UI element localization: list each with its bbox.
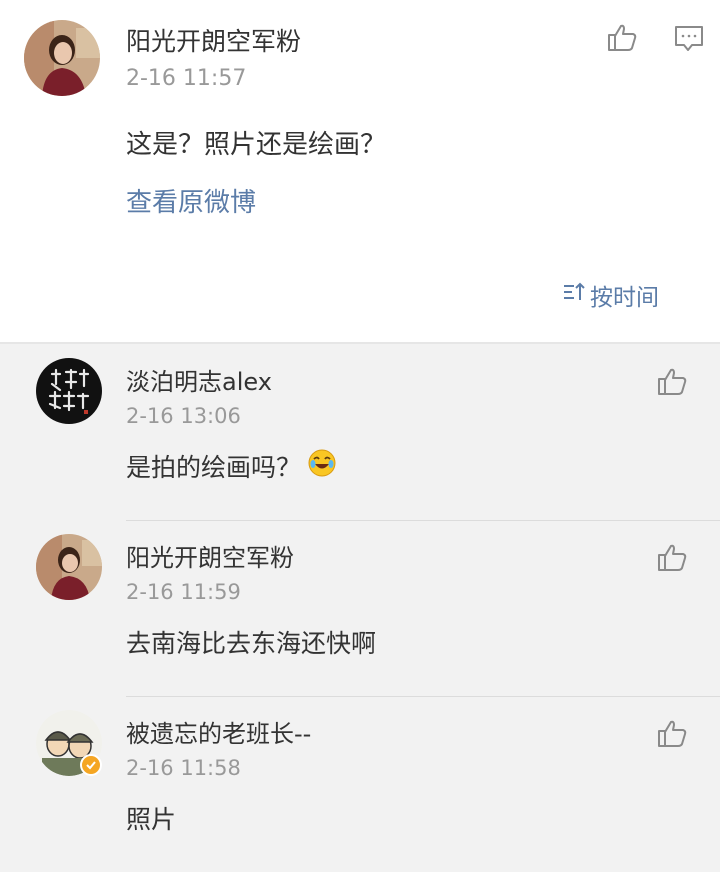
- sort-icon: [562, 281, 586, 309]
- reply-text: 去南海比去东海还快啊: [126, 629, 377, 658]
- timestamp: 2-16 11:59: [126, 580, 241, 604]
- like-icon[interactable]: [656, 718, 688, 754]
- username[interactable]: 淡泊明志alex: [126, 362, 272, 397]
- avatar[interactable]: [36, 358, 102, 424]
- reply-item: 淡泊明志alex 2-16 13:06 是拍的绘画吗？: [0, 344, 720, 520]
- reply-item: 阳光开朗空军粉 2-16 11:59 去南海比去东海还快啊: [0, 520, 720, 696]
- timestamp: 2-16 11:57: [126, 66, 247, 91]
- reply-text-content: 是拍的绘画吗？: [126, 453, 302, 482]
- sort-label: 按时间: [590, 285, 659, 311]
- avatar[interactable]: [24, 20, 100, 96]
- avatar[interactable]: [36, 534, 102, 600]
- main-comment: 阳光开朗空军粉 2-16 11:57 这是？照片还是绘画？ 查看原微博 按时间: [0, 0, 720, 342]
- timestamp: 2-16 11:58: [126, 756, 241, 780]
- like-icon[interactable]: [606, 22, 638, 58]
- laugh-cry-emoji-icon: [307, 448, 337, 484]
- verified-badge-icon: [80, 754, 102, 776]
- avatar[interactable]: [36, 710, 102, 776]
- comment-icon[interactable]: [673, 24, 705, 58]
- like-icon[interactable]: [656, 542, 688, 578]
- sort-by-time-button[interactable]: 按时间: [562, 278, 659, 312]
- reply-text: 照片: [126, 805, 177, 834]
- username[interactable]: 阳光开朗空军粉: [126, 538, 294, 573]
- reply-text: 是拍的绘画吗？: [126, 448, 337, 484]
- username[interactable]: 阳光开朗空军粉: [126, 22, 301, 58]
- view-original-link[interactable]: 查看原微博: [126, 182, 256, 219]
- username[interactable]: 被遗忘的老班长--: [126, 714, 311, 749]
- comment-text: 这是？照片还是绘画？: [126, 130, 387, 160]
- like-icon[interactable]: [656, 366, 688, 402]
- reply-item: 被遗忘的老班长-- 2-16 11:58 照片: [0, 696, 720, 872]
- timestamp: 2-16 13:06: [126, 404, 241, 428]
